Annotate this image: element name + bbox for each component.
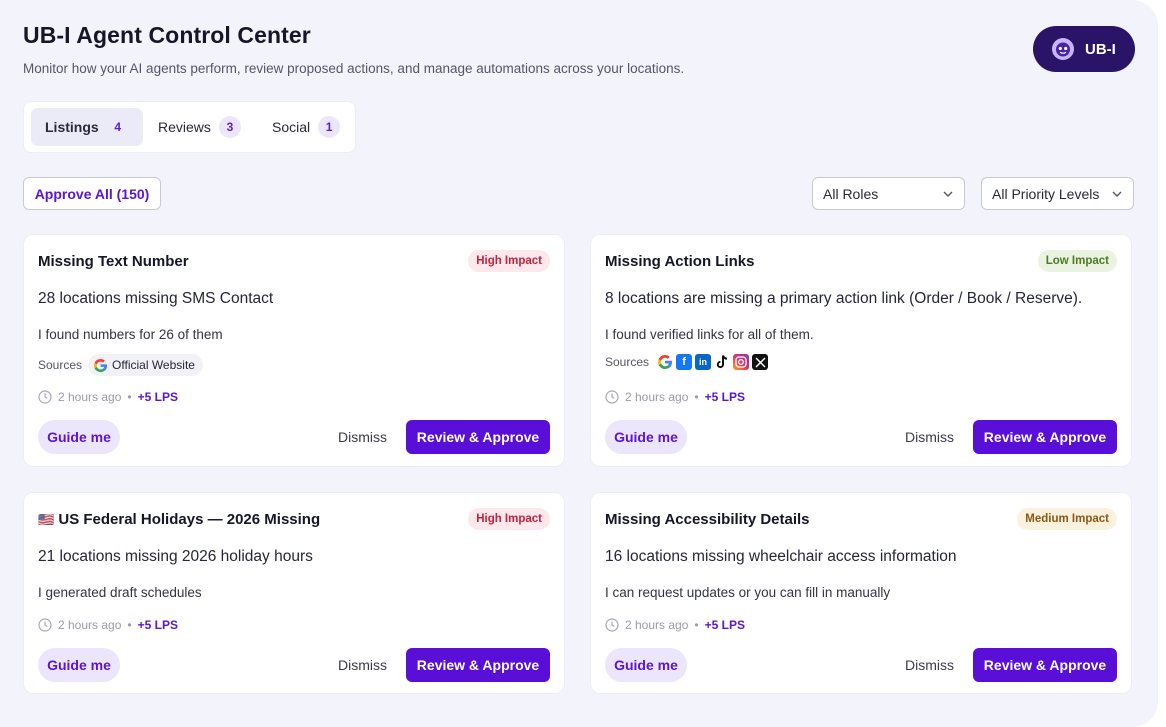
tab-listings[interactable]: Listings 4 xyxy=(31,108,143,146)
tab-label: Social xyxy=(272,119,311,135)
guide-me-button[interactable]: Guide me xyxy=(38,648,120,682)
card-headline: 28 locations missing SMS Contact xyxy=(38,290,274,307)
dismiss-button[interactable]: Dismiss xyxy=(905,429,954,445)
card-headline: 8 locations are missing a primary action… xyxy=(605,290,1083,307)
page-title: UB-I Agent Control Center xyxy=(23,22,311,48)
guide-me-button[interactable]: Guide me xyxy=(38,420,120,454)
clock-icon xyxy=(38,390,52,404)
tab-count-badge: 1 xyxy=(318,116,341,138)
page-subtitle: Monitor how your AI agents perform, revi… xyxy=(23,61,685,76)
priority-filter-select[interactable]: All Priority Levels xyxy=(981,177,1134,210)
lps-score: +5 LPS xyxy=(704,618,745,632)
card-description: I found numbers for 26 of them xyxy=(38,327,223,342)
impact-badge: Medium Impact xyxy=(1017,508,1117,530)
lps-score: +5 LPS xyxy=(137,390,178,404)
app-window: UB-I Agent Control Center Monitor how yo… xyxy=(0,0,1158,727)
chevron-down-icon xyxy=(1112,191,1122,197)
tab-count-badge: 4 xyxy=(114,120,122,134)
review-approve-button[interactable]: Review & Approve xyxy=(973,648,1117,682)
tab-bar: Listings 4 Reviews 3 Social 1 xyxy=(23,101,356,153)
card-title: Missing Accessibility Details xyxy=(605,511,810,528)
card-title-row: 🇺🇸 US Federal Holidays — 2026 Missing xyxy=(38,511,320,528)
card-meta: 2 hours ago • +5 LPS xyxy=(605,618,745,632)
action-card: Missing Action Links Low Impact 8 locati… xyxy=(590,234,1132,467)
tab-reviews[interactable]: Reviews 3 xyxy=(144,108,255,146)
dismiss-button[interactable]: Dismiss xyxy=(905,657,954,673)
approve-all-button[interactable]: Approve All (150) xyxy=(23,177,161,210)
tab-social[interactable]: Social 1 xyxy=(258,108,354,146)
impact-badge: High Impact xyxy=(468,508,550,530)
guide-me-button[interactable]: Guide me xyxy=(605,420,687,454)
card-meta: 2 hours ago • +5 LPS xyxy=(605,390,745,404)
facebook-icon: f xyxy=(676,354,693,370)
sources-row: Sources Official Website xyxy=(38,354,203,376)
clock-icon xyxy=(38,618,52,632)
separator-dot: • xyxy=(694,390,699,404)
sources-row: Sources f in xyxy=(605,354,769,370)
card-meta: 2 hours ago • +5 LPS xyxy=(38,618,178,632)
us-flag-icon: 🇺🇸 xyxy=(38,512,55,527)
action-card: Missing Accessibility Details Medium Imp… xyxy=(590,492,1132,694)
brand-label: UB-I xyxy=(1085,40,1116,58)
card-time: 2 hours ago xyxy=(625,618,689,632)
review-approve-button[interactable]: Review & Approve xyxy=(406,420,550,454)
card-time: 2 hours ago xyxy=(58,618,122,632)
impact-badge: High Impact xyxy=(468,250,550,272)
card-title: Missing Action Links xyxy=(605,253,755,270)
card-time: 2 hours ago xyxy=(625,390,689,404)
clock-icon xyxy=(605,618,619,632)
card-description: I found verified links for all of them. xyxy=(605,327,814,342)
source-pill: Official Website xyxy=(88,354,203,376)
tab-label: Listings xyxy=(45,119,99,135)
card-description: I generated draft schedules xyxy=(38,585,202,600)
x-icon xyxy=(752,354,769,370)
lps-score: +5 LPS xyxy=(137,618,178,632)
dismiss-button[interactable]: Dismiss xyxy=(338,657,387,673)
guide-me-button[interactable]: Guide me xyxy=(605,648,687,682)
card-time: 2 hours ago xyxy=(58,390,122,404)
tiktok-icon xyxy=(716,355,728,369)
role-filter-value: All Roles xyxy=(823,185,879,202)
tab-label: Reviews xyxy=(158,119,211,135)
review-approve-button[interactable]: Review & Approve xyxy=(406,648,550,682)
instagram-icon xyxy=(733,354,750,370)
separator-dot: • xyxy=(694,618,699,632)
separator-dot: • xyxy=(127,390,132,404)
tab-count-badge: 3 xyxy=(218,116,241,138)
card-headline: 21 locations missing 2026 holiday hours xyxy=(38,548,313,565)
google-icon xyxy=(658,355,673,369)
action-card: 🇺🇸 US Federal Holidays — 2026 Missing Hi… xyxy=(23,492,565,694)
source-icons: f in xyxy=(657,354,769,370)
review-approve-button[interactable]: Review & Approve xyxy=(973,420,1117,454)
lps-score: +5 LPS xyxy=(704,390,745,404)
separator-dot: • xyxy=(127,618,132,632)
card-title: Missing Text Number xyxy=(38,253,189,270)
card-headline: 16 locations missing wheelchair access i… xyxy=(605,548,957,565)
impact-badge: Low Impact xyxy=(1037,250,1117,272)
action-card: Missing Text Number High Impact 28 locat… xyxy=(23,234,565,467)
sources-label: Sources xyxy=(605,355,650,369)
sources-label: Sources xyxy=(38,358,83,372)
robot-icon xyxy=(1052,38,1074,60)
clock-icon xyxy=(605,390,619,404)
card-description: I can request updates or you can fill in… xyxy=(605,585,891,600)
brand-badge[interactable]: UB-I xyxy=(1033,26,1135,72)
card-title: US Federal Holidays — 2026 Missing xyxy=(58,511,321,528)
priority-filter-value: All Priority Levels xyxy=(992,185,1100,202)
chevron-down-icon xyxy=(943,191,953,197)
linkedin-icon: in xyxy=(695,354,712,370)
google-icon xyxy=(93,358,108,372)
source-name: Official Website xyxy=(112,358,195,372)
role-filter-select[interactable]: All Roles xyxy=(812,177,965,210)
dismiss-button[interactable]: Dismiss xyxy=(338,429,387,445)
card-meta: 2 hours ago • +5 LPS xyxy=(38,390,178,404)
